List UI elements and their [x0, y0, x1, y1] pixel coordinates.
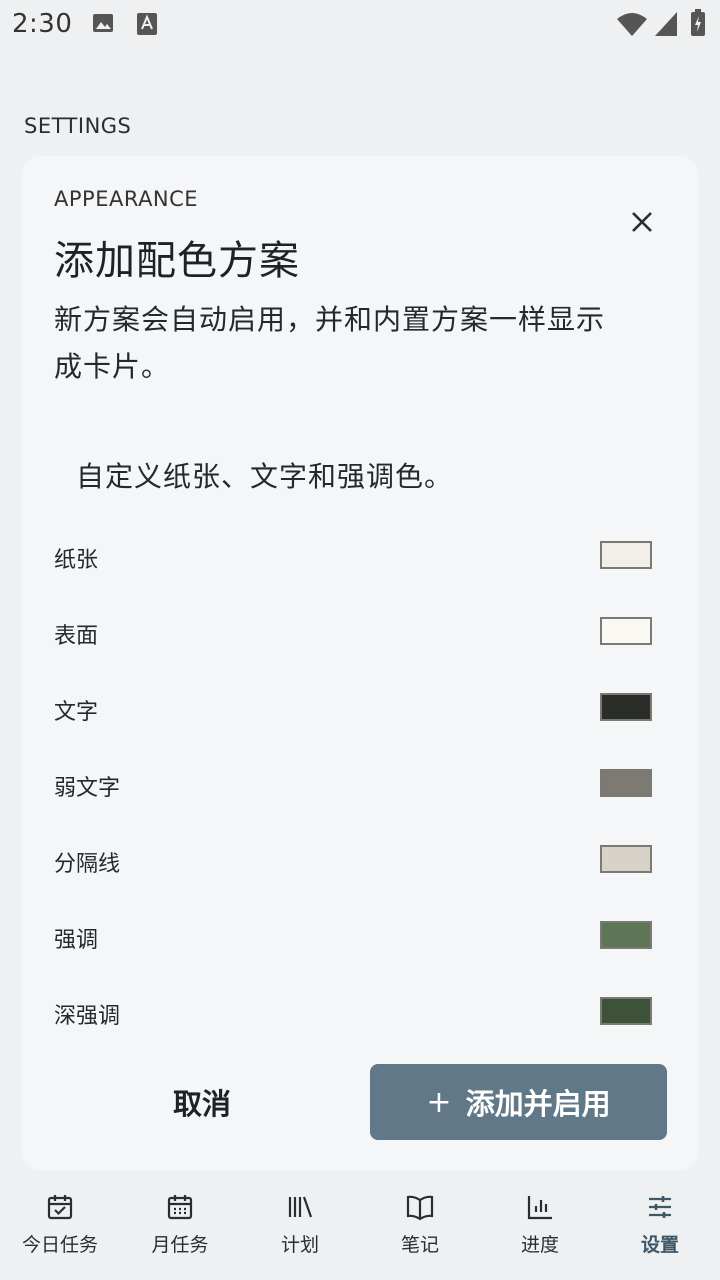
- color-swatch[interactable]: [600, 693, 652, 721]
- color-label: 深强调: [54, 1004, 121, 1029]
- nav-item-plan[interactable]: 计划: [240, 1180, 360, 1280]
- nav-label: 今日任务: [21, 1234, 98, 1256]
- nav-label: 笔记: [400, 1234, 439, 1256]
- image-icon: [92, 12, 114, 38]
- color-swatch[interactable]: [600, 541, 652, 569]
- book-open-icon: [405, 1192, 435, 1222]
- color-label: 弱文字: [54, 776, 121, 801]
- font-icon: [136, 12, 158, 40]
- status-bar: 2:30: [0, 0, 720, 50]
- color-row-surface: 表面: [54, 612, 652, 652]
- color-label: 分隔线: [54, 852, 121, 877]
- library-icon: [285, 1192, 315, 1222]
- nav-item-today-tasks[interactable]: 今日任务: [0, 1180, 120, 1280]
- nav-item-progress[interactable]: 进度: [480, 1180, 600, 1280]
- color-row-text: 文字: [54, 688, 652, 728]
- color-row-dark-accent: 深强调: [54, 992, 652, 1032]
- calendar-check-icon: [45, 1192, 75, 1222]
- color-row-paper: 纸张: [54, 536, 652, 576]
- signal-icon: [654, 11, 678, 41]
- dialog-title: 添加配色方案: [54, 238, 300, 284]
- nav-item-notes[interactable]: 笔记: [360, 1180, 480, 1280]
- color-swatch[interactable]: [600, 997, 652, 1025]
- dialog-description: 新方案会自动启用，并和内置方案一样显示成卡片。: [54, 303, 606, 383]
- add-color-scheme-dialog: APPEARANCE 添加配色方案 新方案会自动启用，并和内置方案一样显示成卡片…: [22, 156, 698, 1170]
- color-row-divider: 分隔线: [54, 840, 652, 880]
- bottom-navigation: 今日任务 月任务 计划 笔记 进度 设置: [0, 1180, 720, 1280]
- battery-icon: [690, 9, 706, 41]
- dialog-overline: APPEARANCE: [54, 187, 199, 211]
- color-row-accent: 强调: [54, 916, 652, 956]
- dialog-hint: 自定义纸张、文字和强调色。: [76, 460, 454, 493]
- section-label: SETTINGS: [24, 114, 132, 138]
- color-row-muted-text: 弱文字: [54, 764, 652, 804]
- wifi-icon: [616, 11, 648, 41]
- close-icon: [631, 211, 653, 237]
- nav-label: 进度: [520, 1234, 559, 1256]
- color-label: 文字: [54, 700, 99, 725]
- bar-chart-icon: [525, 1192, 555, 1222]
- nav-label: 设置: [640, 1234, 679, 1256]
- add-and-enable-label: 添加并启用: [465, 1087, 611, 1121]
- plus-icon: +: [426, 1084, 452, 1120]
- color-label: 强调: [54, 928, 99, 953]
- sliders-icon: [645, 1192, 675, 1222]
- color-swatch[interactable]: [600, 845, 652, 873]
- cancel-button[interactable]: 取消: [82, 1064, 322, 1140]
- nav-label: 月任务: [151, 1234, 209, 1256]
- add-and-enable-button[interactable]: + 添加并启用: [370, 1064, 667, 1140]
- nav-label: 计划: [280, 1234, 319, 1256]
- color-label: 表面: [54, 624, 99, 649]
- calendar-grid-icon: [165, 1192, 195, 1222]
- color-swatch[interactable]: [600, 921, 652, 949]
- status-time: 2:30: [12, 9, 73, 39]
- color-swatch[interactable]: [600, 617, 652, 645]
- color-swatch[interactable]: [600, 769, 652, 797]
- close-button[interactable]: [620, 202, 664, 246]
- nav-item-settings[interactable]: 设置: [600, 1180, 720, 1280]
- color-label: 纸张: [54, 548, 99, 573]
- nav-item-month-tasks[interactable]: 月任务: [120, 1180, 240, 1280]
